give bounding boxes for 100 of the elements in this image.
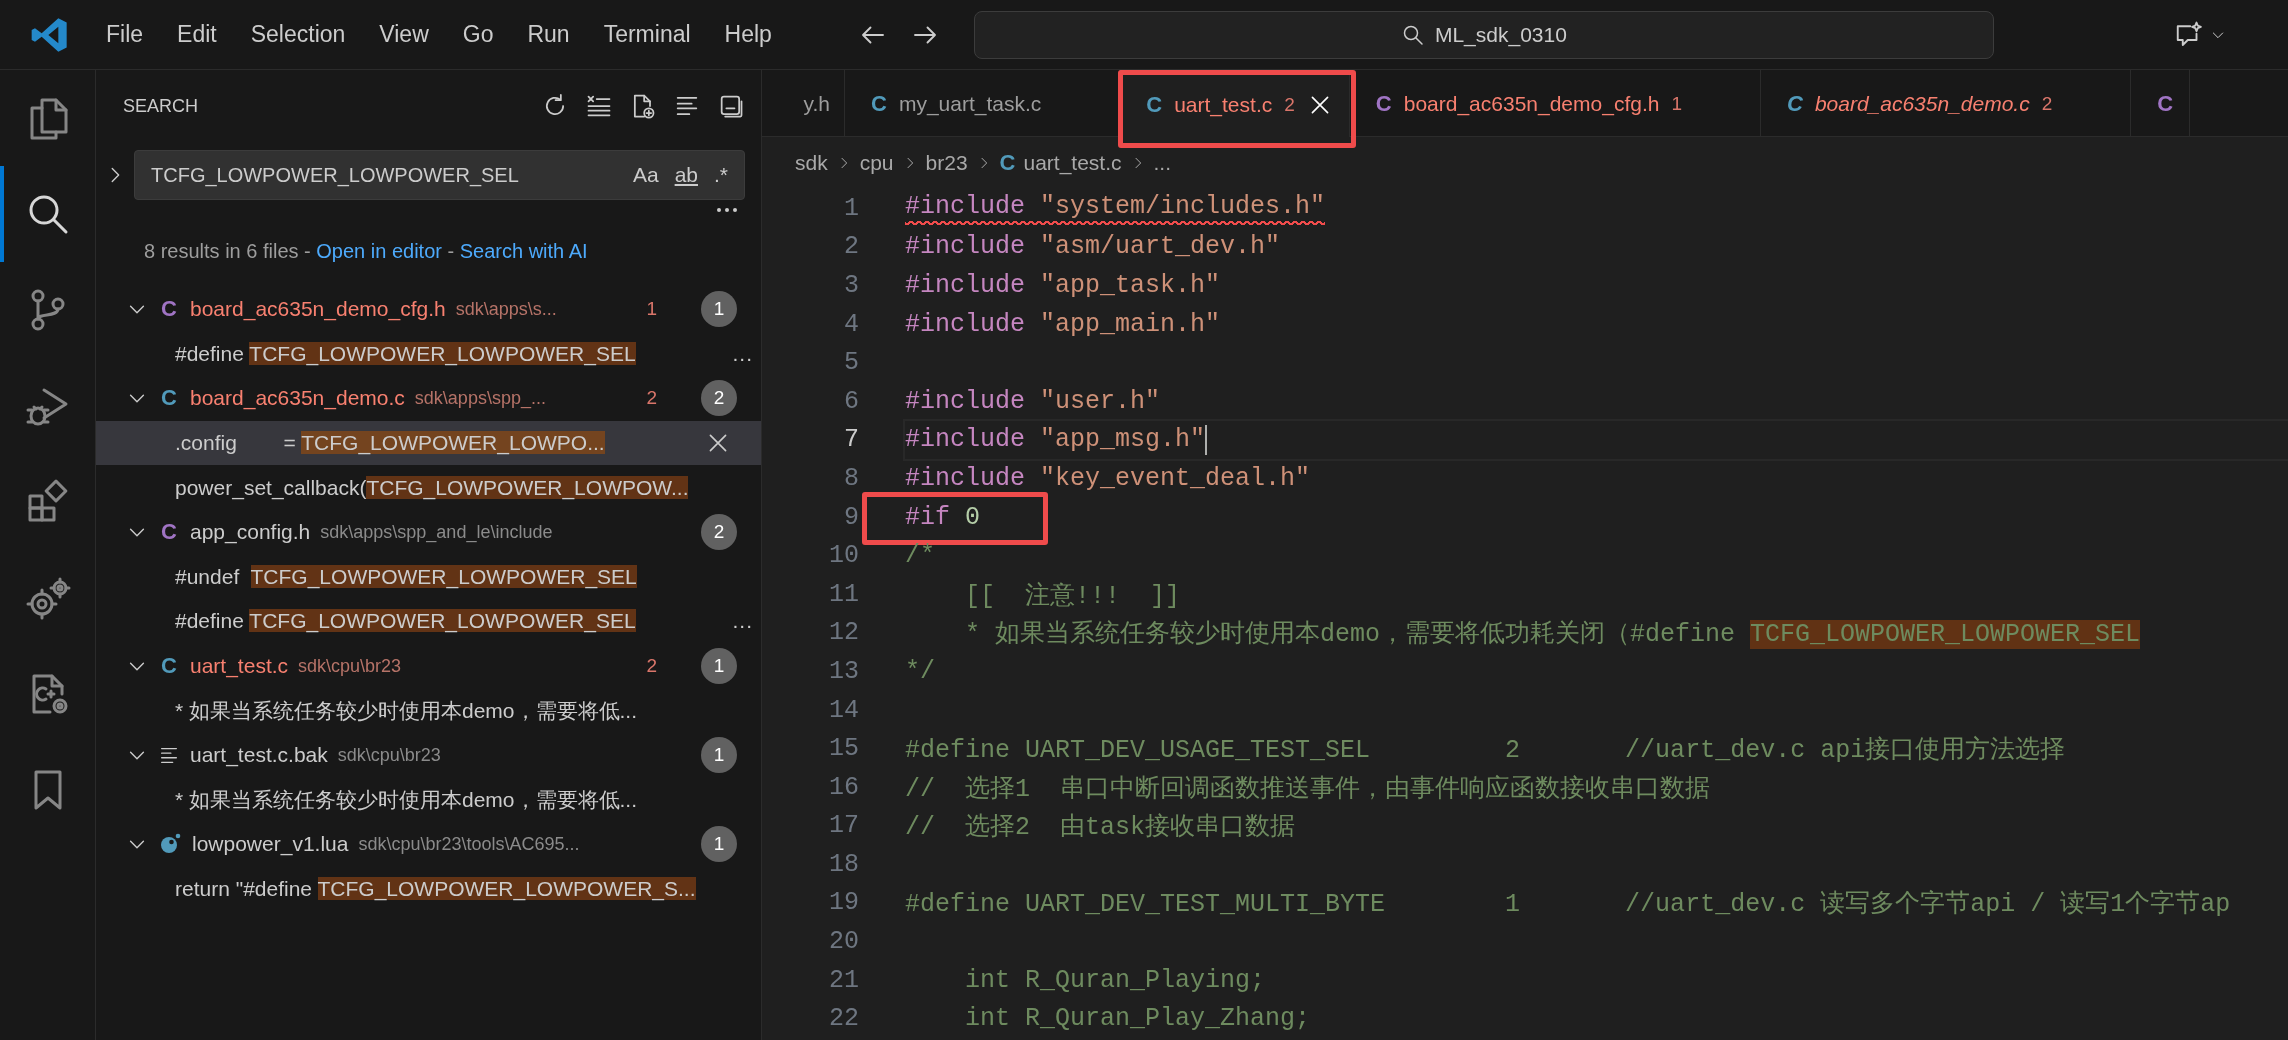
code-line: #include "app_main.h" — [905, 309, 1221, 339]
file-path: sdk\cpu\br23 — [337, 744, 442, 766]
breadcrumb-item[interactable]: br23 — [925, 151, 968, 175]
breadcrumb-item[interactable]: uart_test.c — [1023, 151, 1122, 175]
line-number: 14 — [828, 695, 859, 725]
more-icon[interactable] — [715, 206, 739, 214]
match-text: * 如果当系统任务较少时使用本demo，需要将低... — [175, 697, 638, 724]
file-name[interactable]: uart_test.c — [190, 654, 289, 679]
c-file-icon: C — [158, 296, 180, 323]
c-file-icon: C — [871, 90, 887, 117]
c-file-icon: C — [158, 653, 180, 680]
match-count-badge: 1 — [701, 648, 737, 685]
line-number: 7 — [843, 425, 859, 455]
match-count-badge: 2 — [701, 514, 737, 551]
command-center[interactable]: ML_sdk_0310 — [973, 10, 1994, 59]
line-number: 6 — [843, 386, 859, 416]
text-cursor — [1205, 424, 1208, 455]
c-file-icon: C — [158, 385, 180, 412]
c-file-icon: C — [1375, 90, 1392, 117]
code-line: /* — [905, 541, 935, 571]
overflow-ellipsis: ... — [732, 609, 753, 634]
code-line: // 选择2 由task接收串口数据 — [905, 812, 1296, 843]
menu-item[interactable]: File — [94, 15, 156, 54]
search-result-row[interactable]: #undef TCFG_LOWPOWER_LOWPOWER_SEL — [96, 554, 761, 600]
search-result-row[interactable]: * 如果当系统任务较少时使用本demo，需要将低... — [96, 777, 761, 823]
overflow-ellipsis: ... — [732, 341, 753, 366]
code-line: #include "key_event_deal.h" — [905, 463, 1311, 493]
c-file-icon: C — [158, 519, 180, 546]
editor-tab[interactable]: C board_ac635n_demo_cfg.h 1 — [1349, 70, 1761, 137]
search-result-row[interactable]: #define TCFG_LOWPOWER_LOWPOWER_SEL ... — [96, 331, 761, 377]
editor-tab[interactable]: C my_uart_task.c — [845, 70, 1121, 137]
file-path: sdk\apps\spp_... — [414, 388, 547, 409]
code-line: */ — [905, 656, 935, 686]
breadcrumb-item[interactable]: ... — [1153, 151, 1172, 175]
line-number: 15 — [828, 734, 859, 764]
panel-title: SEARCH — [123, 95, 199, 117]
search-result-row[interactable]: * 如果当系统任务较少时使用本demo，需要将低... — [96, 688, 761, 733]
code-line: #include "asm/uart_dev.h" — [905, 232, 1281, 262]
match-count-badge: 2 — [701, 380, 737, 417]
code-line: #if 0 — [905, 502, 981, 532]
results-summary: 8 results in 6 files - Open in editor - Search with AI — [143, 239, 589, 264]
code-line: // 选择1 串口中断回调函数推送事件，由事件响应函数接收串口数据 — [905, 773, 1711, 804]
code-line: #include "app_task.h" — [905, 271, 1221, 300]
results-link[interactable]: Search with AI — [459, 240, 588, 262]
line-number: 19 — [828, 888, 859, 918]
menu-item[interactable]: View — [367, 15, 441, 54]
whole-word-toggle[interactable]: ab — [666, 160, 706, 190]
menu-item[interactable]: Go — [450, 15, 506, 54]
line-number: 13 — [828, 656, 859, 686]
line-number: 18 — [828, 849, 859, 879]
menu-item[interactable]: Edit — [165, 15, 229, 54]
line-number: 8 — [843, 463, 859, 493]
breadcrumb-item[interactable]: sdk — [795, 151, 828, 175]
editor-tab[interactable]: C board_ac635n_demo.c 2 — [1761, 70, 2132, 137]
line-number: 21 — [828, 965, 859, 995]
menu-item[interactable]: Run — [515, 15, 582, 54]
results-link[interactable]: Open in editor — [316, 240, 442, 262]
code-line: int R_Quran_Playing; — [964, 965, 1266, 995]
search-result-row[interactable]: power_set_callback(TCFG_LOWPOWER_LOWPOW... — [96, 465, 761, 510]
code-line: #include "user.h" — [905, 386, 1161, 416]
search-field[interactable]: TCFG_LOWPOWER_LOWPOWER_SEL Aa ab .* — [134, 150, 745, 200]
file-path: sdk\apps\s... — [455, 298, 558, 320]
file-name[interactable]: board_ac635n_demo_cfg.h — [190, 297, 446, 322]
breadcrumb-item[interactable]: cpu — [859, 151, 894, 175]
file-name[interactable]: uart_test.c.bak — [190, 743, 328, 768]
code-line: #define UART_DEV_TEST_MULTI_BYTE 1 //uart_dev.c 读写多个字节api / 读写1个字节ap — [905, 889, 2231, 920]
c-file-icon: C — [2157, 90, 2174, 117]
file-name[interactable]: lowpower_v1.lua — [192, 832, 349, 857]
search-result-row[interactable]: .config = TCFG_LOWPOWER_LOWPO... — [96, 420, 761, 466]
line-number: 12 — [828, 618, 859, 648]
file-path: sdk\cpu\br23\tools\AC695... — [358, 833, 581, 855]
line-number: 17 — [828, 811, 859, 841]
match-text: .config = TCFG_LOWPOWER_LOWPO... — [175, 431, 605, 456]
match-text: #undef TCFG_LOWPOWER_LOWPOWER_SEL — [175, 564, 637, 589]
line-number: 11 — [828, 579, 859, 609]
file-path: sdk\cpu\br23 — [298, 655, 403, 677]
regex-toggle[interactable]: .* — [706, 160, 736, 190]
menu-item[interactable]: Help — [712, 15, 784, 54]
menu-item[interactable]: Selection — [238, 15, 358, 54]
search-result-row[interactable]: #define TCFG_LOWPOWER_LOWPOWER_SEL ... — [96, 599, 761, 644]
search-result-row[interactable]: return "#define TCFG_LOWPOWER_LOWPOWER_S... — [96, 866, 761, 912]
file-name[interactable]: app_config.h — [190, 520, 311, 545]
match-text: return "#define TCFG_LOWPOWER_LOWPOWER_S... — [175, 877, 696, 901]
match-count-badge: 1 — [701, 737, 737, 774]
code-line: * 如果当系统任务较少时使用本demo，需要将低功耗关闭（#define TCFG_LOWPOWER_LOWPOWER_SEL — [964, 619, 2141, 650]
file-name[interactable]: board_ac635n_demo.c — [190, 386, 405, 411]
code-line: #include "app_msg.h" — [905, 425, 1206, 455]
editor-tab[interactable]: y.h — [762, 70, 845, 137]
match-text: #define TCFG_LOWPOWER_LOWPOWER_SEL — [175, 609, 636, 634]
line-number: 22 — [828, 1004, 859, 1034]
editor-tab[interactable]: C — [2131, 70, 2191, 137]
line-number: 20 — [828, 927, 859, 957]
match-text: * 如果当系统任务较少时使用本demo，需要将低... — [175, 786, 638, 813]
menu-item[interactable]: Terminal — [591, 15, 703, 54]
c-file-icon: C — [1146, 91, 1163, 118]
line-number: 16 — [828, 772, 859, 802]
line-number: 1 — [843, 193, 859, 223]
line-number: 2 — [843, 232, 859, 262]
match-case-toggle[interactable]: Aa — [624, 160, 667, 190]
match-text: #define TCFG_LOWPOWER_LOWPOWER_SEL — [175, 341, 636, 366]
